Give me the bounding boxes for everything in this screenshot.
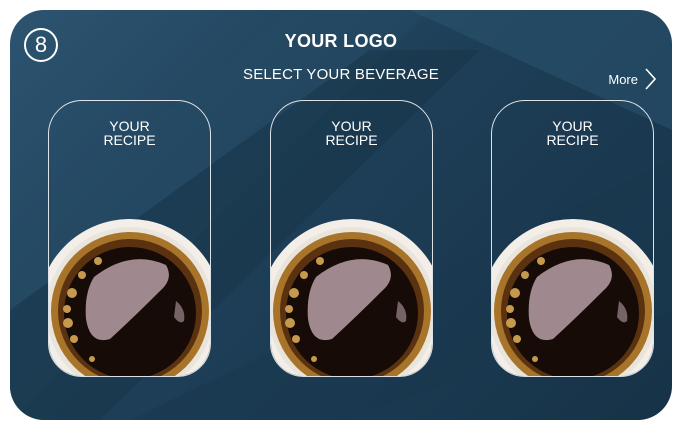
recipe-card-1[interactable]: YOUR RECIPE bbox=[48, 100, 211, 377]
recipe-card-3[interactable]: YOUR RECIPE bbox=[491, 100, 654, 377]
recipe-card-label: YOUR RECIPE bbox=[492, 119, 653, 147]
recipe-label-line2: RECIPE bbox=[546, 132, 599, 148]
more-button[interactable]: More bbox=[608, 68, 656, 90]
beverage-selection-screen: 8 YOUR LOGO SELECT YOUR BEVERAGE More YO… bbox=[10, 10, 672, 420]
recipe-card-label: YOUR RECIPE bbox=[49, 119, 210, 147]
recipe-label-line1: YOUR bbox=[552, 118, 593, 134]
coffee-cup-image bbox=[492, 219, 653, 376]
coffee-cup-image bbox=[49, 219, 210, 376]
recipe-card-2[interactable]: YOUR RECIPE bbox=[270, 100, 433, 377]
logo-text: YOUR LOGO bbox=[284, 31, 398, 51]
coffee-cup-image bbox=[271, 219, 432, 376]
recipe-label-line1: YOUR bbox=[331, 118, 372, 134]
recipe-label-line1: YOUR bbox=[109, 118, 150, 134]
recipe-card-label: YOUR RECIPE bbox=[271, 119, 432, 147]
page-subtitle: SELECT YOUR BEVERAGE bbox=[242, 66, 439, 83]
more-label: More bbox=[608, 71, 638, 87]
recipe-label-line2: RECIPE bbox=[103, 132, 156, 148]
recipe-label-line2: RECIPE bbox=[325, 132, 378, 148]
chevron-right-icon bbox=[645, 68, 656, 90]
